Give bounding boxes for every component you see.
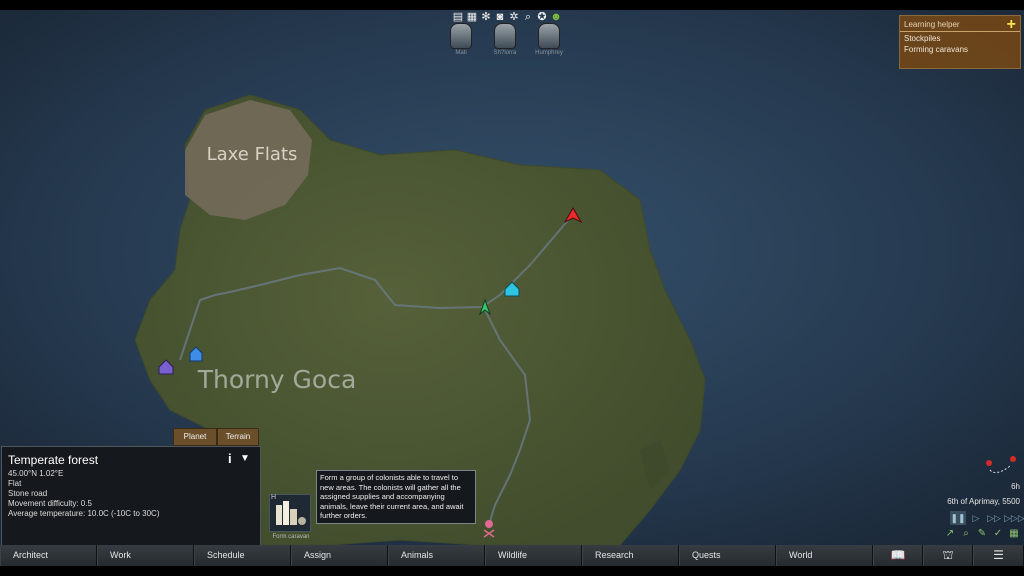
colonist-name: Humphrey bbox=[535, 50, 563, 56]
play-settings-toggles: ↗ ⌕ ✎ ✓ ▦ bbox=[944, 528, 1020, 540]
tile-biome-title: Temperate forest bbox=[8, 453, 99, 467]
hour-readout: 6h bbox=[1011, 482, 1020, 491]
main-tab-bar: Architect Work Schedule Assign Animals W… bbox=[0, 545, 1024, 566]
region-label-laxe-flats: Laxe Flats bbox=[207, 144, 298, 165]
colonist-name: Mati bbox=[455, 50, 467, 56]
tile-average-temperature: Average temperature: 10.0C (-10C to 30C) bbox=[8, 509, 160, 518]
form-caravan-tooltip: Form a group of colonists able to travel… bbox=[316, 470, 476, 524]
colonist-portrait[interactable]: Sh?lorra bbox=[490, 23, 520, 57]
inspect-panel: Temperate forest i ▼ 45.00°N 1.02°E Flat… bbox=[1, 446, 261, 548]
speed-controls: ❚❚ ▷ ▷▷ ▷▷▷ bbox=[950, 511, 1024, 525]
superfast-button[interactable]: ▷▷▷ bbox=[1004, 511, 1024, 525]
tab-terrain[interactable]: Terrain bbox=[217, 428, 259, 446]
colonist-avatar bbox=[538, 23, 560, 49]
tab-world[interactable]: World bbox=[776, 545, 873, 566]
tab-research[interactable]: Research bbox=[582, 545, 679, 566]
tile-road: Stone road bbox=[8, 489, 48, 498]
region-label-thorny-goca: Thorny Goca bbox=[197, 365, 357, 394]
learning-helper-item[interactable]: Stockpiles bbox=[900, 32, 1020, 43]
form-caravan-label: Form caravan bbox=[272, 534, 310, 540]
menu-icon[interactable]: ☰ bbox=[973, 545, 1024, 566]
colonist-portrait[interactable]: Humphrey bbox=[534, 23, 564, 57]
form-caravan-button[interactable]: H Form caravan bbox=[267, 492, 311, 544]
tab-schedule[interactable]: Schedule bbox=[194, 545, 291, 566]
tab-animals[interactable]: Animals bbox=[388, 545, 485, 566]
colonist-avatar bbox=[494, 23, 516, 49]
show-expanding-icon[interactable]: ↗ bbox=[944, 528, 956, 540]
info-icon[interactable]: i bbox=[228, 451, 232, 466]
tab-planet[interactable]: Planet bbox=[173, 428, 217, 446]
tab-quests[interactable]: Quests bbox=[679, 545, 776, 566]
tile-movement-difficulty: Movement difficulty: 0.5 bbox=[8, 499, 92, 508]
zoom-icon[interactable]: ⌕ bbox=[960, 528, 972, 540]
date-readout: 6th of Aprimay, 5500 bbox=[947, 497, 1020, 506]
hotkey-label: H bbox=[271, 494, 277, 501]
learning-helper-item[interactable]: Forming caravans bbox=[900, 43, 1020, 54]
tab-architect[interactable]: Architect bbox=[0, 545, 97, 566]
pause-button[interactable]: ❚❚ bbox=[950, 511, 966, 525]
colonist-portrait[interactable]: Mati bbox=[446, 23, 476, 57]
factions-icon[interactable]: ⛫ bbox=[923, 545, 973, 566]
plus-icon[interactable]: + bbox=[1007, 16, 1016, 34]
tab-assign[interactable]: Assign bbox=[291, 545, 388, 566]
colonist-avatar bbox=[450, 23, 472, 49]
tile-hilliness: Flat bbox=[8, 479, 22, 488]
tab-wildlife[interactable]: Wildlife bbox=[485, 545, 582, 566]
chevron-down-icon[interactable]: ▼ bbox=[240, 453, 250, 464]
tile-coordinates: 45.00°N 1.02°E bbox=[8, 469, 64, 478]
tab-work[interactable]: Work bbox=[97, 545, 194, 566]
play-button[interactable]: ▷ bbox=[968, 511, 984, 525]
colonist-name: Sh?lorra bbox=[493, 50, 517, 56]
colonist-bar: Mati Sh?lorra Humphrey bbox=[446, 23, 564, 57]
grid-toggle-icon[interactable]: ▦ bbox=[1008, 528, 1020, 540]
fast-button[interactable]: ▷▷ bbox=[986, 511, 1002, 525]
learning-helper-panel: Learning helper + Stockpiles Forming car… bbox=[899, 15, 1021, 69]
learning-helper-header[interactable]: Learning helper + bbox=[900, 16, 1020, 34]
learning-helper-title: Learning helper bbox=[904, 20, 960, 29]
book-icon[interactable]: 📖 bbox=[873, 545, 923, 566]
checkmark-icon[interactable]: ✓ bbox=[992, 528, 1004, 540]
brush-icon[interactable]: ✎ bbox=[976, 528, 988, 540]
